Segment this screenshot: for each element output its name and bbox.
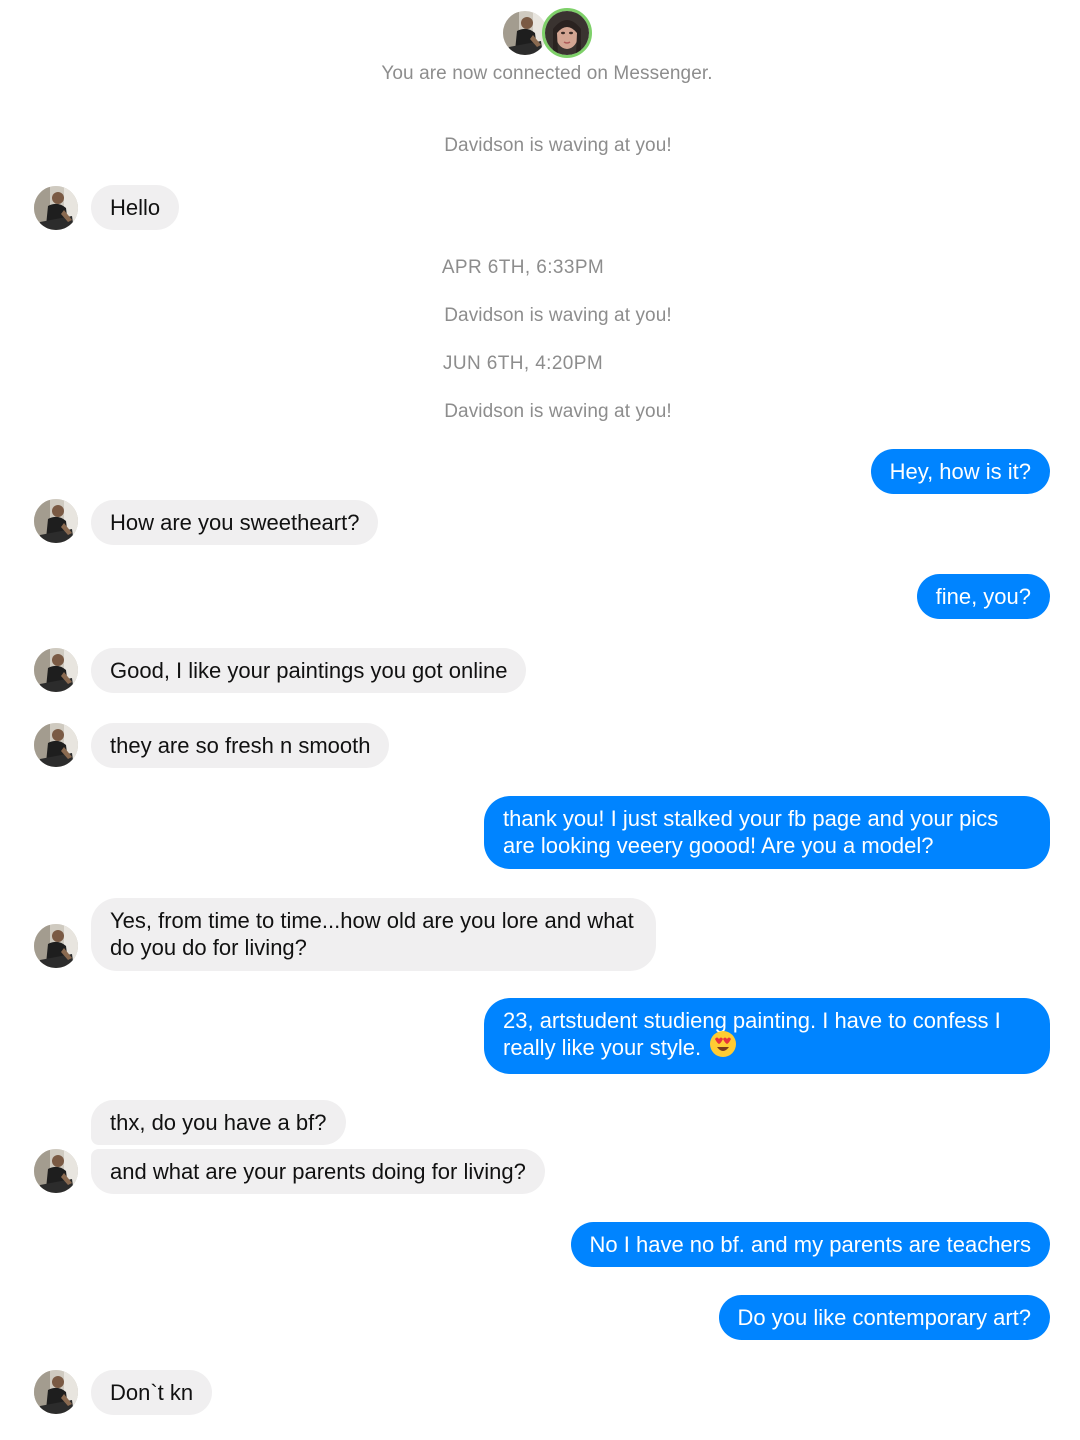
- incoming-message[interactable]: Don`t kn: [91, 1370, 213, 1415]
- sender-avatar[interactable]: [34, 1370, 78, 1414]
- outgoing-message[interactable]: Hey, how is it?: [870, 449, 1050, 494]
- connected-notice: You are now connected on Messenger.: [381, 63, 713, 84]
- incoming-message[interactable]: thx, do you have a bf?: [91, 1100, 346, 1145]
- timestamp: APR 6TH, 6:33PM: [441, 257, 605, 278]
- outgoing-message[interactable]: fine, you?: [916, 574, 1050, 619]
- incoming-message[interactable]: How are you sweetheart?: [91, 500, 379, 545]
- participants-avatars: [500, 8, 596, 60]
- smiling-face-with-heart-eyes-icon: [709, 1030, 737, 1064]
- incoming-message[interactable]: Good, I like your paintings you got onli…: [91, 648, 527, 693]
- incoming-message[interactable]: and what are your parents doing for livi…: [91, 1149, 545, 1194]
- own-avatar[interactable]: [542, 8, 592, 58]
- sender-avatar[interactable]: [34, 924, 78, 968]
- sender-avatar[interactable]: [34, 723, 78, 767]
- outgoing-message[interactable]: thank you! I just stalked your fb page a…: [484, 796, 1050, 869]
- sender-avatar[interactable]: [34, 1149, 78, 1193]
- sender-avatar[interactable]: [34, 186, 78, 230]
- conversation-view: You are now connected on Messenger. Davi…: [0, 0, 1080, 1440]
- wave-notice: Davidson is waving at you!: [444, 401, 672, 422]
- incoming-message[interactable]: Hello: [91, 185, 180, 230]
- wave-notice: Davidson is waving at you!: [444, 305, 672, 326]
- outgoing-message[interactable]: 23, artstudent studieng painting. I have…: [484, 998, 1050, 1075]
- wave-notice: Davidson is waving at you!: [444, 135, 672, 156]
- message-text: 23, artstudent studieng painting. I have…: [503, 1008, 1001, 1060]
- incoming-message[interactable]: Yes, from time to time...how old are you…: [91, 898, 656, 971]
- outgoing-message[interactable]: Do you like contemporary art?: [718, 1295, 1050, 1340]
- sender-avatar[interactable]: [34, 499, 78, 543]
- sender-avatar[interactable]: [34, 648, 78, 692]
- incoming-message[interactable]: they are so fresh n smooth: [91, 723, 390, 768]
- timestamp: JUN 6TH, 4:20PM: [442, 353, 604, 374]
- outgoing-message[interactable]: No I have no bf. and my parents are teac…: [570, 1222, 1050, 1267]
